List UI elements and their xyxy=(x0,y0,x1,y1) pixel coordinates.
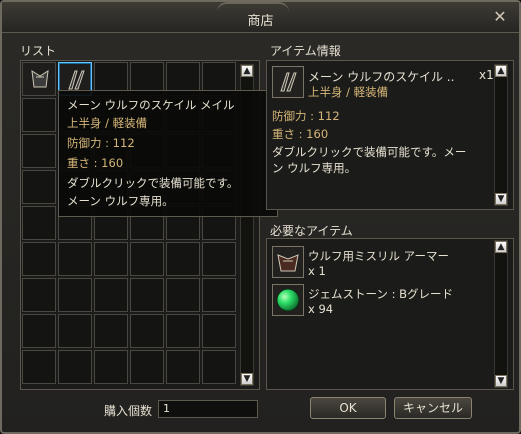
required-item-1-qty: x 1 xyxy=(308,264,326,278)
shop-window: 商店 ✕ リスト ▲ ▼ メーン ウルフのスケイル メイル 上半身 / 軽装備 … xyxy=(0,0,521,434)
required-item-2-qty: x 94 xyxy=(308,302,334,316)
ok-button[interactable]: OK xyxy=(310,397,386,419)
scroll-down-icon[interactable]: ▼ xyxy=(495,193,507,205)
inventory-slot[interactable] xyxy=(58,314,92,348)
list-title: リスト xyxy=(20,44,57,58)
wolf-armor-icon xyxy=(31,70,49,88)
inventory-slot[interactable] xyxy=(130,278,164,312)
item-info-weight: 重さ : 160 xyxy=(272,127,329,141)
item-info-name: メーン ウルフのスケイル .. xyxy=(308,70,455,84)
required-item-icon xyxy=(272,246,304,278)
item-info-desc1: ダブルクリックで装備可能です。メー xyxy=(272,145,467,159)
inventory-slot[interactable] xyxy=(202,314,236,348)
tooltip-category: 上半身 / 軽装備 xyxy=(67,116,148,130)
purchase-qty-input[interactable]: 1 xyxy=(158,400,258,418)
cancel-button[interactable]: キャンセル xyxy=(394,397,472,419)
scroll-down-icon[interactable]: ▼ xyxy=(241,373,253,385)
inventory-slot[interactable] xyxy=(22,314,56,348)
inventory-slot[interactable] xyxy=(94,242,128,276)
tooltip-weight: 重さ : 160 xyxy=(67,156,124,170)
inventory-slot[interactable] xyxy=(22,170,56,204)
item-info-scrollbar[interactable]: ▲ ▼ xyxy=(494,64,508,206)
purchase-qty-label: 購入個数 xyxy=(104,404,153,418)
inventory-slot[interactable] xyxy=(22,278,56,312)
inventory-slot[interactable] xyxy=(130,314,164,348)
inventory-slot[interactable] xyxy=(166,242,200,276)
inventory-slot[interactable] xyxy=(22,206,56,240)
required-item-2-name: ジェムストーン : Bグレード xyxy=(308,287,453,301)
inventory-slot[interactable] xyxy=(22,98,56,132)
inventory-slot[interactable] xyxy=(202,350,236,384)
scroll-down-icon[interactable]: ▼ xyxy=(495,375,507,387)
item-info-category: 上半身 / 軽装備 xyxy=(308,85,389,99)
inventory-slot[interactable] xyxy=(58,278,92,312)
item-info-desc2: ン ウルフ専用。 xyxy=(272,161,357,175)
inventory-slot[interactable] xyxy=(130,242,164,276)
inventory-slot[interactable] xyxy=(166,278,200,312)
item-info-qty: x1 xyxy=(479,68,494,82)
required-items-title: 必要なアイテム xyxy=(270,224,353,238)
inventory-slot[interactable] xyxy=(22,350,56,384)
inventory-slot[interactable] xyxy=(58,242,92,276)
inventory-slot[interactable] xyxy=(130,350,164,384)
tooltip-defense: 防御力 : 112 xyxy=(67,136,135,150)
inventory-slot[interactable] xyxy=(94,350,128,384)
close-icon[interactable]: ✕ xyxy=(491,8,509,26)
window-title: 商店 xyxy=(247,14,274,29)
inventory-slot[interactable] xyxy=(202,278,236,312)
inventory-slot[interactable] xyxy=(166,350,200,384)
wolf-armor-icon xyxy=(277,254,299,272)
inventory-slot[interactable] xyxy=(94,314,128,348)
inventory-slot[interactable] xyxy=(94,278,128,312)
scale-armor-icon xyxy=(280,72,297,92)
inventory-slot[interactable] xyxy=(58,350,92,384)
item-info-title: アイテム情報 xyxy=(270,44,341,58)
required-item-icon xyxy=(272,284,304,316)
item-info-defense: 防御力 : 112 xyxy=(272,109,340,123)
item-tooltip: メーン ウルフのスケイル メイル 上半身 / 軽装備 防御力 : 112 重さ … xyxy=(58,90,278,217)
tooltip-desc2: メーン ウルフ専用。 xyxy=(67,194,174,208)
inventory-slot[interactable] xyxy=(202,242,236,276)
inventory-slot[interactable] xyxy=(22,242,56,276)
inventory-slot[interactable] xyxy=(166,314,200,348)
required-item-1-name: ウルフ用ミスリル アーマー xyxy=(308,249,449,263)
inventory-slot[interactable] xyxy=(22,62,56,96)
inventory-slot[interactable] xyxy=(22,134,56,168)
tooltip-item-name: メーン ウルフのスケイル メイル xyxy=(67,98,235,112)
title-bar: 商店 ✕ xyxy=(2,2,519,33)
gemstone-icon xyxy=(276,288,300,312)
scroll-up-icon[interactable]: ▲ xyxy=(241,65,253,77)
item-info-icon xyxy=(272,66,304,98)
required-items-scrollbar[interactable]: ▲ ▼ xyxy=(494,240,508,388)
scroll-up-icon[interactable]: ▲ xyxy=(495,65,507,77)
scroll-up-icon[interactable]: ▲ xyxy=(495,241,507,253)
tooltip-desc1: ダブルクリックで装備可能です。 xyxy=(67,176,239,190)
